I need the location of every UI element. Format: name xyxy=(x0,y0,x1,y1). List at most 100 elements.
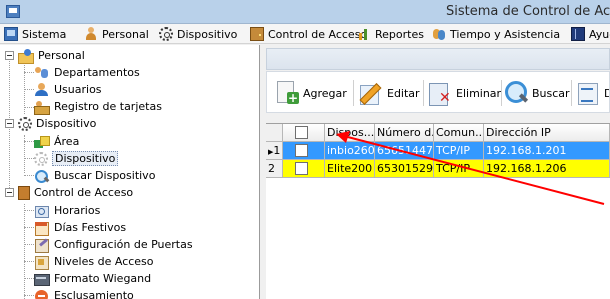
comm-type-cell[interactable]: TCP/IP xyxy=(434,142,484,160)
more-button[interactable]: D xyxy=(576,78,609,108)
row-number-cell[interactable]: 2 xyxy=(266,160,283,178)
tree-item-area[interactable]: Área xyxy=(34,133,79,150)
tree-item-buscar-dispositivo[interactable]: Buscar Dispositivo xyxy=(34,167,155,184)
user-icon xyxy=(34,82,50,97)
tree-item-buscar-dispositivo-label: Buscar Dispositivo xyxy=(54,169,156,182)
tree-item-configuracion-puertas-label: Configuración de Puertas xyxy=(54,238,193,251)
menu-personal-label: Personal xyxy=(102,27,149,41)
tree-item-dispositivo[interactable]: Dispositivo xyxy=(34,150,119,167)
select-all-column-header[interactable] xyxy=(283,124,325,142)
access-levels-icon xyxy=(34,255,50,270)
tree-connector xyxy=(24,158,34,159)
card-registration-icon xyxy=(34,100,50,115)
add-button-label: Agregar xyxy=(303,86,347,100)
edit-button[interactable]: Editar xyxy=(359,78,420,108)
tree-connector xyxy=(24,175,34,176)
menu-ayuda[interactable]: Ayud xyxy=(571,26,610,42)
tree-item-esclusamiento-label: Esclusamiento xyxy=(54,289,134,299)
serial-number-cell[interactable]: 65651447... xyxy=(375,142,434,160)
device-name-cell[interactable]: Elite200 xyxy=(325,160,375,178)
search-button-label: Buscar xyxy=(532,86,570,100)
search-button[interactable]: Buscar xyxy=(504,78,570,108)
gear-icon xyxy=(18,116,32,131)
comm-type-cell[interactable]: TCP/IP xyxy=(434,160,484,178)
table-row[interactable]: 2 Elite200 65301529... TCP/IP 192.168.1.… xyxy=(266,160,610,178)
tree-item-esclusamiento[interactable]: Esclusamiento xyxy=(34,287,134,299)
interlock-icon xyxy=(34,289,50,299)
row-checkbox-cell[interactable] xyxy=(283,142,325,160)
tree-item-niveles-acceso-label: Niveles de Acceso xyxy=(54,255,154,268)
edit-pencil-icon xyxy=(359,80,383,106)
tree-group-control-acceso[interactable]: Control de Acceso xyxy=(18,184,133,201)
collapse-dispositivo-toggle[interactable] xyxy=(5,119,14,128)
delete-icon xyxy=(428,80,452,106)
menu-reportes[interactable]: Reportes xyxy=(357,26,424,42)
door-icon xyxy=(250,27,264,41)
tree-item-horarios-label: Horarios xyxy=(54,204,101,217)
menu-tiempo-asistencia[interactable]: Tiempo y Asistencia xyxy=(432,26,560,42)
tree-item-usuarios[interactable]: Usuarios xyxy=(34,81,102,98)
tree-connector xyxy=(24,210,34,211)
menu-tiempo-asistencia-label: Tiempo y Asistencia xyxy=(450,27,561,41)
collapse-control-acceso-toggle[interactable] xyxy=(5,188,14,197)
ip-address-cell[interactable]: 192.168.1.206 xyxy=(484,160,610,178)
tree-item-dias-festivos-label: Días Festivos xyxy=(54,221,127,234)
toolbar-separator xyxy=(423,80,424,106)
tree-connector xyxy=(24,59,25,114)
row-number-cell[interactable]: ▶1 xyxy=(266,142,283,160)
row-checkbox-cell[interactable] xyxy=(283,160,325,178)
column-header-ip[interactable]: Dirección IP xyxy=(484,124,610,142)
schedule-icon xyxy=(34,204,50,218)
chart-icon xyxy=(357,27,371,41)
tree-item-formato-wiegand[interactable]: Formato Wiegand xyxy=(34,270,151,287)
tree-item-configuracion-puertas[interactable]: Configuración de Puertas xyxy=(34,236,193,253)
delete-button[interactable]: Eliminar xyxy=(428,78,501,108)
device-name-cell[interactable]: inbio260 xyxy=(325,142,375,160)
serial-number-cell[interactable]: 65301529... xyxy=(375,160,434,178)
edit-button-label: Editar xyxy=(387,86,420,100)
column-header-device[interactable]: Dispos... xyxy=(325,124,375,142)
tree-item-departamentos-label: Departamentos xyxy=(54,66,140,79)
tree-group-dispositivo[interactable]: Dispositivo xyxy=(18,115,96,132)
tree-item-horarios[interactable]: Horarios xyxy=(34,202,100,219)
folder-user-icon xyxy=(18,48,34,64)
row-checkbox[interactable] xyxy=(295,162,308,175)
tree-item-registro-tarjetas-label: Registro de tarjetas xyxy=(54,100,162,113)
column-header-serial[interactable]: Número d... xyxy=(375,124,434,142)
tree-connector xyxy=(24,72,34,73)
title-bar: Sistema de Control de Acce xyxy=(0,0,610,24)
tree-item-formato-wiegand-label: Formato Wiegand xyxy=(54,272,152,285)
departments-icon xyxy=(34,66,50,80)
tree-connector xyxy=(24,295,34,296)
menu-personal[interactable]: Personal xyxy=(84,26,149,42)
menu-dispositivo[interactable]: Dispositivo xyxy=(159,26,237,42)
monitor-icon xyxy=(4,27,18,41)
tree-connector xyxy=(24,278,34,279)
select-all-checkbox[interactable] xyxy=(295,126,308,139)
menu-control-acceso[interactable]: Control de Acceso xyxy=(250,26,367,42)
add-button[interactable]: Agregar xyxy=(275,78,347,108)
list-icon xyxy=(576,80,600,106)
tree-group-control-acceso-label: Control de Acceso xyxy=(34,186,134,199)
column-header-comm[interactable]: Comun... xyxy=(434,124,484,142)
row-checkbox[interactable] xyxy=(295,144,308,157)
tree-group-personal-label: Personal xyxy=(38,49,85,62)
tree-item-registro-tarjetas[interactable]: Registro de tarjetas xyxy=(34,98,162,115)
row-number: 1 xyxy=(273,144,281,157)
content-panel: Agregar Editar Eliminar Buscar D xyxy=(262,45,610,299)
holiday-calendar-icon xyxy=(34,221,50,236)
menu-dispositivo-label: Dispositivo xyxy=(177,27,238,41)
table-row[interactable]: ▶1 inbio260 65651447... TCP/IP 192.168.1… xyxy=(266,142,610,160)
tree-item-dias-festivos[interactable]: Días Festivos xyxy=(34,219,126,236)
door-settings-icon xyxy=(34,238,50,253)
tree-group-personal[interactable]: Personal xyxy=(18,47,85,64)
tree-item-niveles-acceso[interactable]: Niveles de Acceso xyxy=(34,253,154,270)
tree-item-departamentos[interactable]: Departamentos xyxy=(34,64,140,81)
table-header-row: Dispos... Número d... Comun... Dirección… xyxy=(266,124,610,142)
book-icon xyxy=(571,27,585,41)
ip-address-cell[interactable]: 192.168.1.201 xyxy=(484,142,610,160)
collapse-personal-toggle[interactable] xyxy=(5,51,14,60)
more-button-label: D xyxy=(604,87,609,100)
menu-sistema[interactable]: Sistema xyxy=(4,26,66,42)
people-icon xyxy=(432,27,446,41)
